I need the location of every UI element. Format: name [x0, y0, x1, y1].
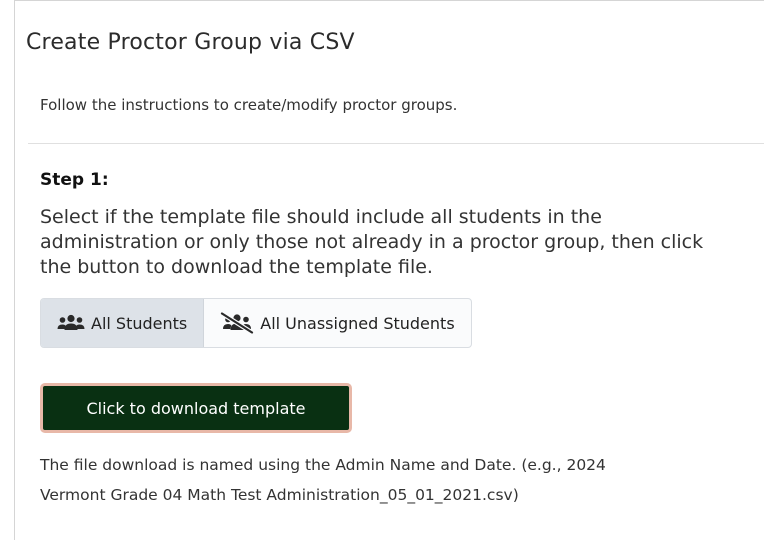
- step-heading: Step 1:: [40, 170, 109, 190]
- instructions-text: Follow the instructions to create/modify…: [40, 96, 458, 114]
- download-template-button[interactable]: Click to download template: [40, 383, 352, 433]
- divider: [28, 143, 764, 144]
- all-unassigned-students-label: All Unassigned Students: [260, 313, 455, 333]
- all-students-toggle[interactable]: All Students: [41, 299, 205, 347]
- users-icon: [57, 314, 85, 332]
- filename-note-line-1: The file download is named using the Adm…: [40, 456, 606, 474]
- users-slash-icon: [220, 312, 254, 334]
- all-students-label: All Students: [91, 313, 188, 333]
- filename-note-line-2: Vermont Grade 04 Math Test Administratio…: [40, 486, 519, 504]
- student-filter-toggle-group: All Students All Unassigned Students: [40, 298, 472, 348]
- filename-note: The file download is named using the Adm…: [40, 450, 760, 510]
- step-description: Select if the template file should inclu…: [40, 206, 704, 278]
- page-title: Create Proctor Group via CSV: [26, 30, 355, 55]
- all-unassigned-students-toggle[interactable]: All Unassigned Students: [204, 299, 470, 347]
